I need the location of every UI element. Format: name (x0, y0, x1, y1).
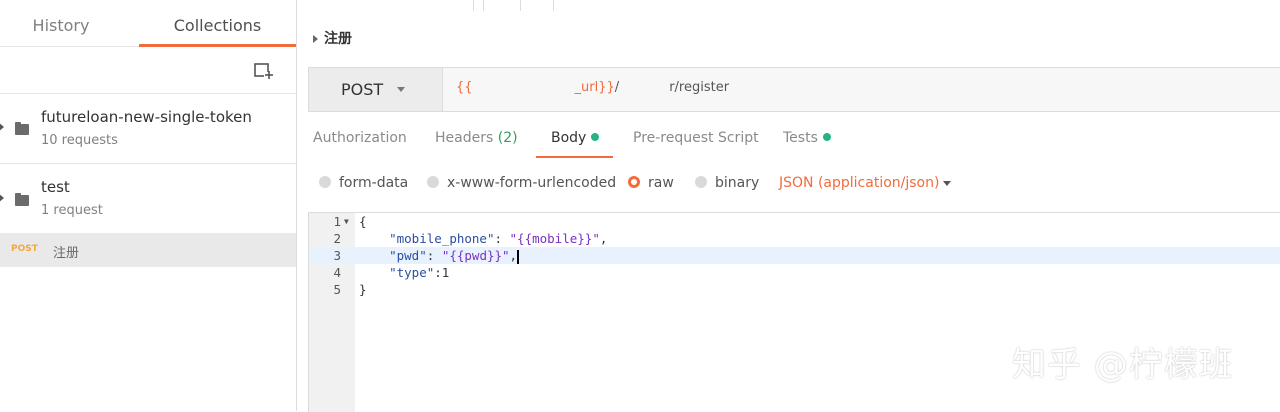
json-value: :1 (434, 265, 450, 280)
code-line: 4 "type":1 (309, 264, 1280, 281)
json-string: "{{mobile}}" (509, 231, 600, 246)
request-tab[interactable] (313, 0, 474, 11)
tab-body-label: Body (551, 130, 587, 146)
url-separator: / (614, 80, 620, 95)
code-line: 2 "mobile_phone": "{{mobile}}", (309, 230, 1280, 247)
expand-triangle-icon (313, 35, 318, 43)
tab-collections[interactable]: Collections (139, 0, 296, 47)
tab-history[interactable]: History (0, 0, 122, 46)
method-value: POST (341, 80, 384, 99)
url-bar: POST {{ _url}}/ r/register (308, 67, 1280, 112)
expand-caret-icon[interactable] (0, 193, 4, 203)
text-cursor (517, 249, 520, 264)
collection-name: test (41, 178, 70, 196)
request-item[interactable]: POST 注册 (0, 233, 296, 267)
json-key: "mobile_phone" (389, 231, 495, 246)
radio-form-data[interactable] (319, 176, 331, 188)
code-line-active: 3 "pwd": "{{pwd}}", (309, 247, 1280, 264)
request-tab-strip (297, 0, 1280, 12)
url-var-close: _url}} (574, 80, 615, 95)
request-title[interactable]: 注册 (313, 28, 352, 48)
status-dot-icon (822, 133, 831, 141)
watermark: 知乎 @柠檬班 (1012, 345, 1234, 385)
tab-authorization[interactable]: Authorization (313, 130, 407, 146)
line-number: 4 (333, 265, 341, 280)
code-text: "type":1 (359, 264, 449, 281)
tab-body[interactable]: Body (535, 130, 614, 158)
collection-count: 10 requests (41, 133, 118, 148)
new-folder-icon[interactable] (254, 62, 274, 80)
tab-headers-label: Headers (435, 130, 494, 146)
chevron-down-icon (397, 87, 405, 92)
line-number: 5 (333, 282, 341, 297)
fold-arrow-icon[interactable]: ▼ (344, 213, 349, 230)
radio-label-binary[interactable]: binary (715, 175, 759, 191)
json-separator: : (426, 248, 442, 263)
method-select[interactable]: POST (309, 68, 443, 111)
code-line: 5 } (309, 281, 1280, 298)
json-separator: : (494, 231, 510, 246)
line-number: 1 (333, 214, 341, 229)
collection-item[interactable]: futureloan-new-single-token 10 requests (0, 94, 296, 164)
code-text: { (359, 214, 367, 229)
collection-count: 1 request (41, 203, 103, 218)
folder-icon (15, 122, 29, 135)
request-method-badge: POST (11, 244, 38, 254)
json-comma: , (599, 231, 608, 246)
json-key: "pwd" (389, 248, 427, 263)
tab-strip-spacer (519, 0, 554, 11)
json-comma: , (509, 248, 518, 263)
request-name: 注册 (53, 246, 80, 261)
radio-urlencoded[interactable] (427, 176, 439, 188)
radio-label-urlencoded[interactable]: x-www-form-urlencoded (447, 175, 616, 191)
sidebar-tabs: History Collections (0, 0, 296, 47)
json-key: "type" (389, 265, 435, 280)
code-text: "pwd": "{{pwd}}", (359, 247, 520, 264)
sidebar: History Collections futureloan-new-singl… (0, 0, 297, 411)
line-number: 3 (333, 248, 341, 263)
tab-pre-request-script[interactable]: Pre-request Script (633, 130, 759, 146)
format-select[interactable]: JSON (application/json) (779, 175, 939, 191)
request-tabs: Authorization Headers (2) Body Pre-reque… (297, 122, 1280, 160)
tab-tests[interactable]: Tests (783, 130, 831, 146)
code-text: } (359, 282, 367, 297)
sidebar-toolbar (0, 47, 296, 94)
body-type-options: form-data x-www-form-urlencoded raw bina… (297, 168, 1280, 198)
tab-tests-label: Tests (783, 130, 818, 146)
collection-item[interactable]: test 1 request (0, 164, 296, 234)
status-dot-icon (591, 133, 600, 141)
radio-label-raw[interactable]: raw (648, 175, 674, 191)
url-input[interactable]: {{ _url}}/ r/register (456, 80, 729, 95)
code-text: "mobile_phone": "{{mobile}}", (359, 230, 607, 247)
json-string: "{{pwd}}" (441, 248, 510, 263)
expand-caret-icon[interactable] (0, 122, 4, 132)
request-title-text: 注册 (324, 31, 352, 47)
url-path: r/register (669, 80, 730, 95)
tab-headers[interactable]: Headers (2) (435, 130, 518, 146)
radio-label-form-data[interactable]: form-data (339, 175, 408, 191)
folder-icon (15, 193, 29, 206)
code-line: 1 ▼ { (309, 213, 1280, 230)
chevron-down-icon[interactable] (943, 181, 951, 186)
radio-raw[interactable] (628, 176, 640, 188)
collection-name: futureloan-new-single-token (41, 108, 252, 126)
line-number: 2 (333, 231, 341, 246)
radio-binary[interactable] (695, 176, 707, 188)
new-tab-button[interactable] (483, 0, 521, 11)
url-var-open: {{ (456, 80, 473, 95)
tab-headers-count: (2) (497, 130, 518, 146)
